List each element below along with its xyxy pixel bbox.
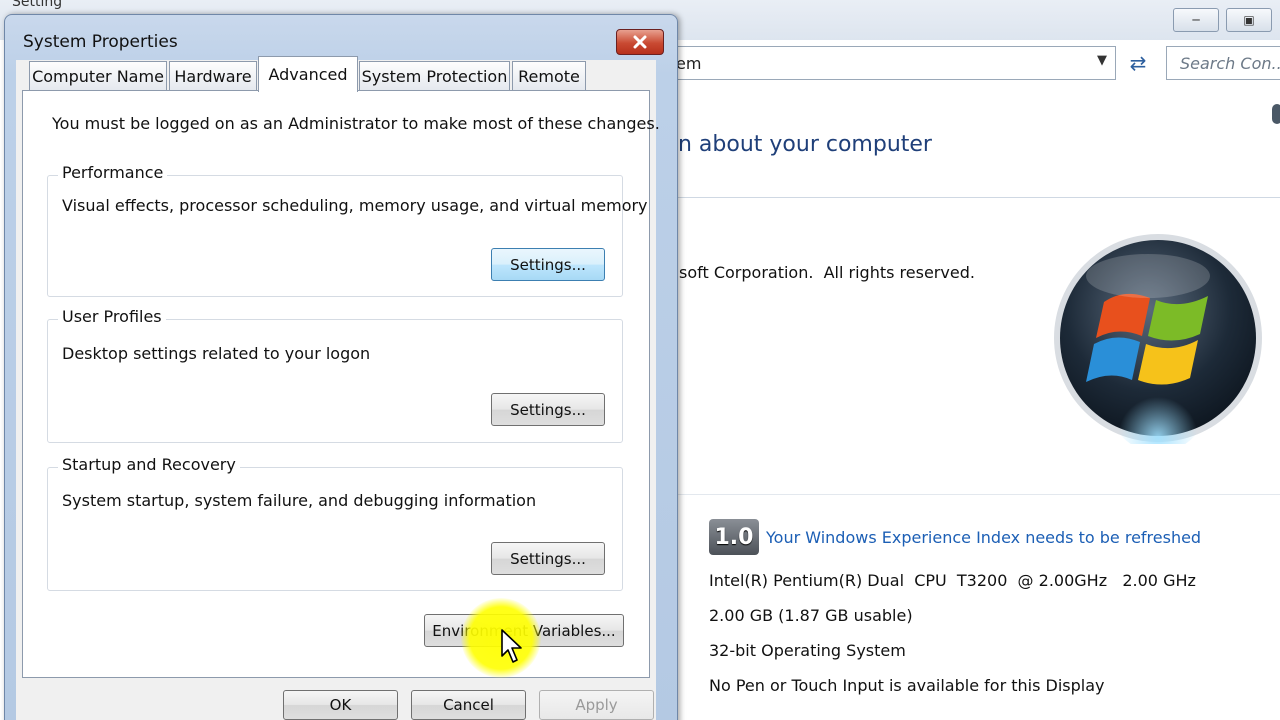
experience-index-link[interactable]: Your Windows Experience Index needs to b… bbox=[766, 528, 1201, 547]
address-bar[interactable]: em ▼ bbox=[676, 46, 1116, 80]
tab-label: Hardware bbox=[174, 67, 252, 86]
startup-recovery-group: Startup and Recovery System startup, sys… bbox=[47, 455, 623, 591]
startup-recovery-description: System startup, system failure, and debu… bbox=[62, 491, 537, 510]
user-profiles-settings-button[interactable]: Settings... bbox=[491, 393, 605, 426]
cancel-button[interactable]: Cancel bbox=[411, 690, 526, 720]
mouse-pointer-icon bbox=[501, 629, 522, 663]
tab-label: Advanced bbox=[268, 65, 348, 84]
advanced-tab-panel: You must be logged on as an Administrato… bbox=[22, 90, 660, 678]
refresh-icon: ⇄ bbox=[1129, 51, 1147, 75]
minimize-icon: ─ bbox=[1192, 13, 1200, 27]
user-profiles-group-title: User Profiles bbox=[58, 307, 166, 326]
search-input[interactable]: Search Con... bbox=[1166, 46, 1280, 80]
tab-label: Remote bbox=[518, 67, 580, 86]
minimize-button[interactable]: ─ bbox=[1173, 8, 1219, 32]
tab-label: System Protection bbox=[361, 67, 508, 86]
tab-hardware[interactable]: Hardware bbox=[169, 61, 257, 91]
user-profiles-group: User Profiles Desktop settings related t… bbox=[47, 307, 623, 443]
tab-label: Computer Name bbox=[32, 67, 164, 86]
startup-recovery-settings-button[interactable]: Settings... bbox=[491, 542, 605, 575]
tab-remote[interactable]: Remote bbox=[512, 61, 586, 91]
close-button[interactable] bbox=[616, 29, 664, 55]
close-icon bbox=[633, 35, 647, 49]
performance-group-title: Performance bbox=[58, 163, 168, 182]
chevron-down-icon[interactable]: ▼ bbox=[1097, 53, 1107, 68]
page-heading: n about your computer bbox=[678, 132, 932, 157]
processor-spec: Intel(R) Pentium(R) Dual CPU T3200 @ 2.0… bbox=[709, 571, 1196, 590]
copyright-text: soft Corporation. All rights reserved. bbox=[679, 263, 975, 282]
refresh-button[interactable]: ⇄ bbox=[1120, 46, 1156, 80]
memory-spec: 2.00 GB (1.87 GB usable) bbox=[709, 606, 913, 625]
user-profiles-description: Desktop settings related to your logon bbox=[62, 344, 371, 363]
administrator-note: You must be logged on as an Administrato… bbox=[52, 114, 660, 133]
windows-logo-icon bbox=[1054, 234, 1262, 444]
experience-index-badge: 1.0 bbox=[709, 519, 759, 555]
startup-recovery-group-title: Startup and Recovery bbox=[58, 455, 240, 474]
dialog-title: System Properties bbox=[23, 32, 178, 52]
ok-button[interactable]: OK bbox=[283, 690, 398, 720]
search-placeholder: Search Con... bbox=[1180, 54, 1280, 73]
tab-computer-name[interactable]: Computer Name bbox=[29, 61, 167, 91]
performance-settings-button[interactable]: Settings... bbox=[491, 248, 605, 281]
performance-group: Performance Visual effects, processor sc… bbox=[47, 163, 648, 297]
system-type-spec: 32-bit Operating System bbox=[709, 641, 906, 660]
address-text: em bbox=[676, 54, 702, 73]
background-window-title: Setting bbox=[12, 0, 63, 10]
divider bbox=[676, 197, 1280, 198]
performance-description: Visual effects, processor scheduling, me… bbox=[62, 196, 648, 215]
tab-system-protection[interactable]: System Protection bbox=[359, 61, 510, 91]
divider bbox=[676, 494, 1280, 495]
pen-touch-spec: No Pen or Touch Input is available for t… bbox=[709, 676, 1105, 695]
maximize-button[interactable]: ▣ bbox=[1226, 8, 1272, 32]
scrollbar-thumb[interactable] bbox=[1272, 104, 1280, 124]
tab-advanced[interactable]: Advanced bbox=[258, 56, 358, 92]
apply-button[interactable]: Apply bbox=[539, 690, 654, 720]
maximize-icon: ▣ bbox=[1243, 13, 1255, 27]
